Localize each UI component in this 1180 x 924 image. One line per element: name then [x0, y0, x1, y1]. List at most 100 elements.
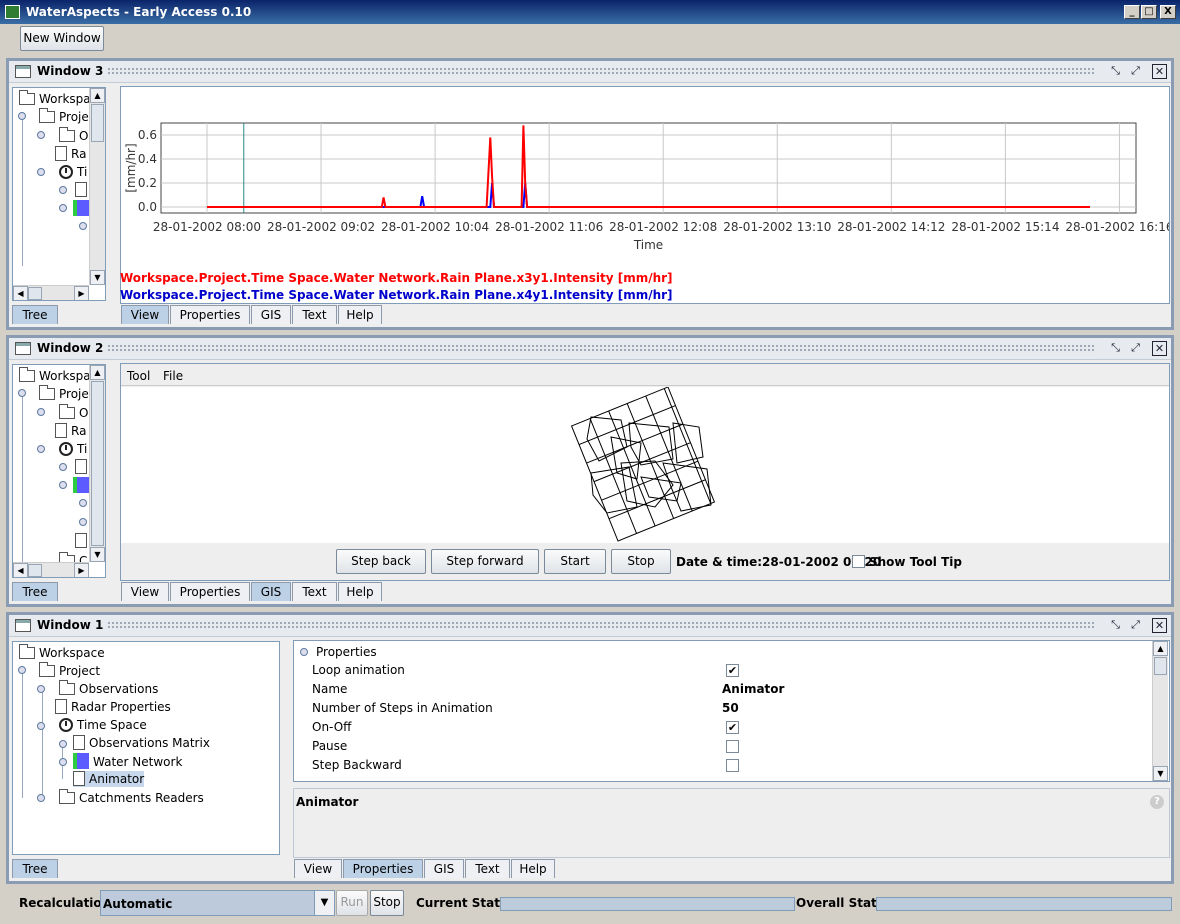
maximize-icon[interactable]: ⤢ — [1128, 64, 1143, 79]
tab-properties[interactable]: Properties — [343, 859, 423, 878]
new-window-button[interactable]: New Window — [20, 26, 104, 51]
scroll-down-icon[interactable]: ▼ — [1153, 766, 1168, 781]
tab-view[interactable]: View — [294, 859, 342, 878]
tab-tree[interactable]: Tree — [12, 859, 58, 878]
tree-node-observations[interactable]: O — [59, 404, 88, 421]
property-checkbox[interactable] — [726, 759, 739, 772]
scroll-right-icon[interactable]: ▶ — [74, 563, 89, 577]
tab-view[interactable]: View — [121, 582, 169, 601]
properties-scrollbar[interactable]: ▲ ▼ — [1152, 641, 1168, 781]
expand-handle[interactable] — [59, 481, 67, 489]
step-back-button[interactable]: Step back — [336, 549, 426, 574]
close-app-button[interactable]: X — [1160, 5, 1176, 19]
tree-node-observations[interactable]: Observations — [59, 680, 158, 697]
scroll-right-icon[interactable]: ▶ — [74, 286, 89, 300]
tree-node-timespace[interactable]: Time Space — [59, 717, 147, 733]
window-3-titlebar[interactable]: Window 3 ⤡ ⤢ ✕ — [9, 61, 1171, 83]
expand-handle[interactable] — [37, 722, 45, 730]
recalculation-select[interactable]: Automatic ▼ — [100, 890, 335, 916]
scroll-thumb[interactable] — [1154, 657, 1167, 675]
expand-handle[interactable] — [79, 499, 87, 507]
close-icon[interactable]: ✕ — [1152, 64, 1167, 79]
tab-properties[interactable]: Properties — [170, 582, 250, 601]
expand-handle[interactable] — [79, 222, 87, 230]
tab-help[interactable]: Help — [338, 305, 382, 324]
chevron-down-icon[interactable]: ▼ — [314, 891, 334, 915]
tab-tree[interactable]: Tree — [12, 582, 58, 601]
expand-handle[interactable] — [37, 794, 45, 802]
collapse-handle[interactable] — [59, 463, 67, 471]
expand-handle[interactable] — [59, 204, 67, 212]
iconify-icon[interactable]: ⤡ — [1108, 618, 1123, 633]
step-forward-button[interactable]: Step forward — [431, 549, 539, 574]
tree-node-catchments[interactable]: Catchments Readers — [59, 789, 204, 806]
expand-handle[interactable] — [37, 445, 45, 453]
property-value[interactable]: Animator — [722, 682, 784, 696]
scroll-thumb[interactable] — [28, 564, 42, 577]
scroll-left-icon[interactable]: ◀ — [13, 286, 28, 300]
tab-help[interactable]: Help — [338, 582, 382, 601]
tree-vertical-scrollbar[interactable]: ▲ ▼ — [89, 88, 105, 285]
tree-node-radar[interactable]: Ra — [55, 423, 86, 439]
tree-node-project[interactable]: Project — [39, 662, 100, 679]
window-1-tree[interactable]: Workspace Project Observations Radar Pro… — [12, 641, 280, 855]
property-value[interactable]: 50 — [722, 701, 739, 715]
expand-handle[interactable] — [18, 112, 26, 120]
window-2-titlebar[interactable]: Window 2 ⤡ ⤢ ✕ — [9, 338, 1171, 360]
tree-horizontal-scrollbar[interactable]: ◀ ▶ — [13, 562, 89, 577]
collapse-handle[interactable] — [300, 648, 308, 656]
stop-button[interactable]: Stop — [370, 890, 404, 916]
scroll-thumb[interactable] — [91, 381, 104, 546]
tooltip-checkbox[interactable] — [852, 555, 865, 568]
tree-node-project[interactable]: Proje — [39, 385, 89, 402]
iconify-icon[interactable]: ⤡ — [1108, 341, 1123, 356]
tree-vertical-scrollbar[interactable]: ▲ ▼ — [89, 365, 105, 562]
close-icon[interactable]: ✕ — [1152, 618, 1167, 633]
tree-node-radar[interactable]: Radar Properties — [55, 699, 171, 715]
scroll-thumb[interactable] — [28, 287, 42, 300]
minimize-button[interactable]: _ — [1124, 5, 1140, 19]
property-checkbox[interactable] — [726, 740, 739, 753]
scroll-down-icon[interactable]: ▼ — [90, 547, 105, 562]
tab-text[interactable]: Text — [292, 305, 337, 324]
gis-map-canvas[interactable] — [121, 386, 1169, 543]
tree-node-observations[interactable]: O — [59, 127, 88, 144]
property-checkbox[interactable]: ✔ — [726, 721, 739, 734]
stop-animation-button[interactable]: Stop — [611, 549, 671, 574]
collapse-handle[interactable] — [59, 758, 67, 766]
scroll-up-icon[interactable]: ▲ — [90, 365, 105, 380]
scroll-down-icon[interactable]: ▼ — [90, 270, 105, 285]
expand-handle[interactable] — [37, 168, 45, 176]
tree-node-timespace[interactable]: Ti — [59, 441, 87, 457]
tab-text[interactable]: Text — [465, 859, 510, 878]
maximize-icon[interactable]: ⤢ — [1128, 341, 1143, 356]
close-icon[interactable]: ✕ — [1152, 341, 1167, 356]
tree-node-water-network[interactable]: Water Network — [73, 753, 182, 770]
scroll-up-icon[interactable]: ▲ — [90, 88, 105, 103]
tree-node-timespace[interactable]: Ti — [59, 164, 87, 180]
help-icon[interactable]: ? — [1150, 795, 1164, 809]
menu-tool[interactable]: Tool — [127, 369, 150, 383]
maximize-button[interactable]: □ — [1141, 5, 1157, 19]
expand-handle[interactable] — [79, 518, 87, 526]
tab-properties[interactable]: Properties — [170, 305, 250, 324]
tree-node-obs-matrix[interactable]: Observations Matrix — [73, 735, 210, 751]
collapse-handle[interactable] — [59, 740, 67, 748]
start-button[interactable]: Start — [544, 549, 606, 574]
collapse-handle[interactable] — [37, 408, 45, 416]
collapse-handle[interactable] — [37, 685, 45, 693]
window-3-tree[interactable]: Workspa Proje O Ra Ti ▲ ▼ ◀ ▶ — [12, 87, 106, 301]
scroll-thumb[interactable] — [91, 104, 104, 142]
expand-handle[interactable] — [18, 666, 26, 674]
iconify-icon[interactable]: ⤡ — [1108, 64, 1123, 79]
tab-gis[interactable]: GIS — [251, 582, 291, 601]
scroll-left-icon[interactable]: ◀ — [13, 563, 28, 577]
tab-tree[interactable]: Tree — [12, 305, 58, 324]
window-2-tree[interactable]: Workspa Proje O Ra Ti C ▲ ▼ ◀ ▶ — [12, 364, 106, 578]
tree-horizontal-scrollbar[interactable]: ◀ ▶ — [13, 285, 89, 300]
tree-node-project[interactable]: Proje — [39, 108, 89, 125]
tree-node-workspace[interactable]: Workspa — [19, 367, 91, 384]
property-checkbox[interactable]: ✔ — [726, 664, 739, 677]
collapse-handle[interactable] — [59, 186, 67, 194]
menu-file[interactable]: File — [163, 369, 183, 383]
